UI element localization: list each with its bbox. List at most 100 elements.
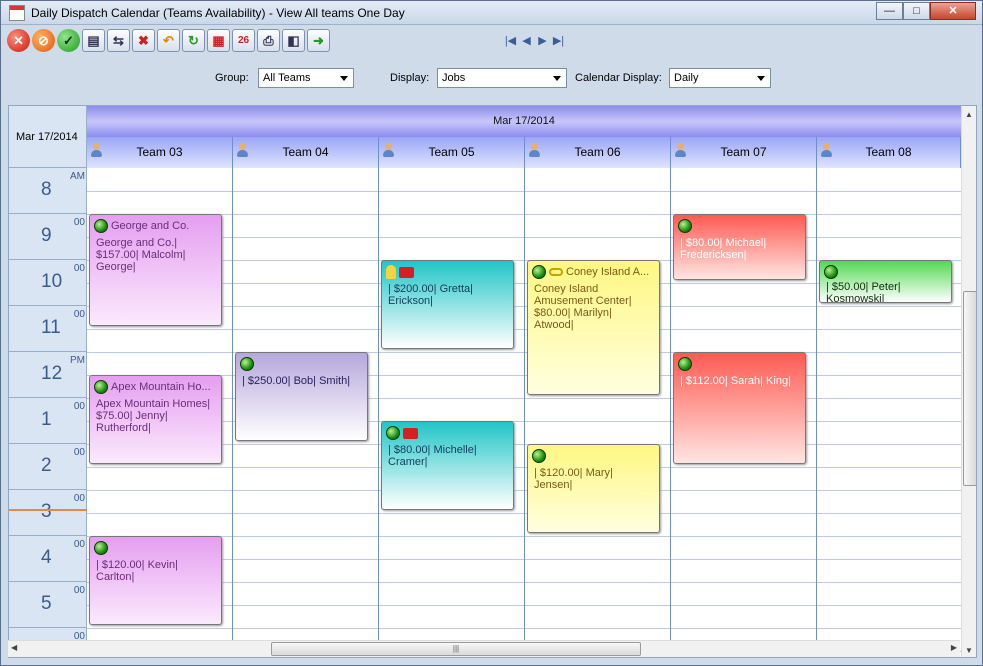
appointment-details: | $80.00| Michelle| Cramer| [388, 444, 477, 468]
team-name: Team 04 [282, 145, 329, 159]
status-ball-icon [678, 219, 692, 233]
team-icon [528, 143, 541, 158]
ok-icon[interactable]: ✓ [57, 29, 80, 52]
truck-icon [403, 427, 418, 439]
vertical-scroll-thumb[interactable] [963, 291, 976, 486]
display-label: Display: [390, 72, 430, 84]
team-header[interactable]: Team 08 [817, 137, 961, 168]
export-icon[interactable]: ◧ [282, 29, 305, 52]
horizontal-scrollbar[interactable]: ◀ ||| ▶ [8, 640, 960, 657]
current-time-line [9, 509, 87, 511]
appointment-card[interactable]: | $250.00| Bob| Smith| [235, 352, 368, 441]
team-icon [674, 143, 687, 158]
status-ball-icon [240, 357, 254, 371]
vertical-scrollbar[interactable]: ▲ ▼ [961, 106, 976, 657]
appointment-details: Apex Mountain Homes| $75.00| Jenny| Ruth… [96, 398, 211, 434]
team-icon [382, 143, 395, 158]
appointment-details: | $250.00| Bob| Smith| [242, 375, 351, 387]
key-icon [549, 268, 563, 276]
lightbulb-icon [386, 265, 396, 279]
prev-nav-icon[interactable]: ◀ [520, 35, 533, 48]
appointment-card[interactable]: | $50.00| Peter| Kosmowski| [819, 260, 952, 303]
hour-slot: 12 PM [9, 352, 87, 398]
filter-bar: Group: All Teams Display: Jobs Calendar … [1, 67, 982, 93]
display-select[interactable]: Jobs [437, 68, 567, 88]
minimize-button[interactable]: — [876, 2, 903, 20]
status-ball-icon [532, 265, 546, 279]
appointment-card[interactable]: George and Co. George and Co.| $157.00| … [89, 214, 222, 326]
status-ball-icon [678, 357, 692, 371]
appointment-card[interactable]: | $80.00| Michael| Fredericksen| [673, 214, 806, 280]
appointment-card[interactable]: | $120.00| Mary| Jensen| [527, 444, 660, 533]
team-header[interactable]: Team 04 [233, 137, 379, 168]
transfer-icon[interactable]: ⇆ [107, 29, 130, 52]
hour-slot: 8 AM [9, 168, 87, 214]
team-name: Team 07 [720, 145, 767, 159]
time-column: 8 AM 9 00 10 00 11 00 12 PM 1 00 2 00 3 00 4 00 5… [9, 168, 87, 657]
appointment-card[interactable]: Apex Mountain Ho... Apex Mountain Homes|… [89, 375, 222, 464]
appointment-title: Coney Island A... [566, 266, 650, 278]
corner-date: Mar 17/2014 [16, 131, 78, 143]
status-ball-icon [532, 449, 546, 463]
team-name: Team 08 [865, 145, 912, 159]
scroll-left-icon[interactable]: ◀ [11, 643, 17, 652]
appointment-details: | $200.00| Gretta| Erickson| [388, 283, 474, 307]
next-nav-icon[interactable]: ▶ [536, 35, 549, 48]
team-header[interactable]: Team 06 [525, 137, 671, 168]
status-ball-icon [94, 541, 108, 555]
scroll-up-icon[interactable]: ▲ [965, 110, 973, 119]
hour-slot: 3 00 [9, 490, 87, 536]
group-label: Group: [215, 72, 249, 84]
team-icon [90, 143, 103, 158]
delete-calendar-icon[interactable]: ✖ [132, 29, 155, 52]
group-select[interactable]: All Teams [258, 68, 354, 88]
close-button[interactable]: ✕ [930, 2, 976, 20]
appointment-title: George and Co. [111, 220, 190, 232]
prohibit-icon[interactable]: ⊘ [32, 29, 55, 52]
team-header[interactable]: Team 05 [379, 137, 525, 168]
undo-icon[interactable]: ↶ [157, 29, 180, 52]
calendar-app-icon [9, 5, 25, 21]
exit-icon[interactable]: ➜ [307, 29, 330, 52]
date-corner: Mar 17/2014 [9, 106, 87, 168]
appointment-card[interactable]: | $120.00| Kevin| Carlton| [89, 536, 222, 625]
day-26-icon[interactable]: 26 [232, 29, 255, 52]
scroll-right-icon[interactable]: ▶ [951, 643, 957, 652]
horizontal-scroll-thumb[interactable]: ||| [271, 642, 641, 656]
appointment-card[interactable]: | $80.00| Michelle| Cramer| [381, 421, 514, 510]
hour-slot: 5 00 [9, 582, 87, 628]
calendar-display-label: Calendar Display: [575, 72, 662, 84]
month-view-icon[interactable]: ▦ [207, 29, 230, 52]
status-ball-icon [94, 219, 108, 233]
scroll-down-icon[interactable]: ▼ [965, 646, 973, 655]
team-icon [820, 143, 833, 158]
appointment-card[interactable]: | $200.00| Gretta| Erickson| [381, 260, 514, 349]
appointment-details: George and Co.| $157.00| Malcolm| George… [96, 237, 186, 273]
report-icon[interactable]: ▤ [82, 29, 105, 52]
team-header[interactable]: Team 03 [87, 137, 233, 168]
cancel-icon[interactable]: ✕ [7, 29, 30, 52]
last-nav-icon[interactable]: ▶| [552, 35, 565, 48]
hour-slot: 10 00 [9, 260, 87, 306]
maximize-button[interactable]: □ [903, 2, 930, 20]
appointment-details: | $112.00| Sarah| King| [680, 375, 791, 387]
appointment-details: | $80.00| Michael| Fredericksen| [680, 237, 767, 261]
print-icon[interactable]: ⎙ [257, 29, 280, 52]
schedule-grid[interactable]: George and Co. George and Co.| $157.00| … [87, 168, 961, 657]
team-name: Team 06 [574, 145, 621, 159]
title-bar: Daily Dispatch Calendar (Teams Availabil… [1, 1, 982, 25]
refresh-icon[interactable]: ↻ [182, 29, 205, 52]
appointment-details: | $120.00| Kevin| Carlton| [96, 559, 178, 583]
appointment-details: | $50.00| Peter| Kosmowski| [826, 281, 901, 303]
calendar-display-select[interactable]: Daily [669, 68, 771, 88]
status-ball-icon [94, 380, 108, 394]
appointment-card[interactable]: | $112.00| Sarah| King| [673, 352, 806, 464]
status-ball-icon [386, 426, 400, 440]
appointment-details: | $120.00| Mary| Jensen| [534, 467, 613, 491]
team-name: Team 03 [136, 145, 183, 159]
team-header[interactable]: Team 07 [671, 137, 817, 168]
appointment-card[interactable]: Coney Island A... Coney Island Amusement… [527, 260, 660, 395]
toolbar: ✕ ⊘ ✓ ▤ ⇆ ✖ ↶ ↻ ▦ 26 ⎙ ◧ ➜ [7, 29, 330, 55]
window-title: Daily Dispatch Calendar (Teams Availabil… [31, 6, 405, 20]
first-nav-icon[interactable]: |◀ [504, 35, 517, 48]
